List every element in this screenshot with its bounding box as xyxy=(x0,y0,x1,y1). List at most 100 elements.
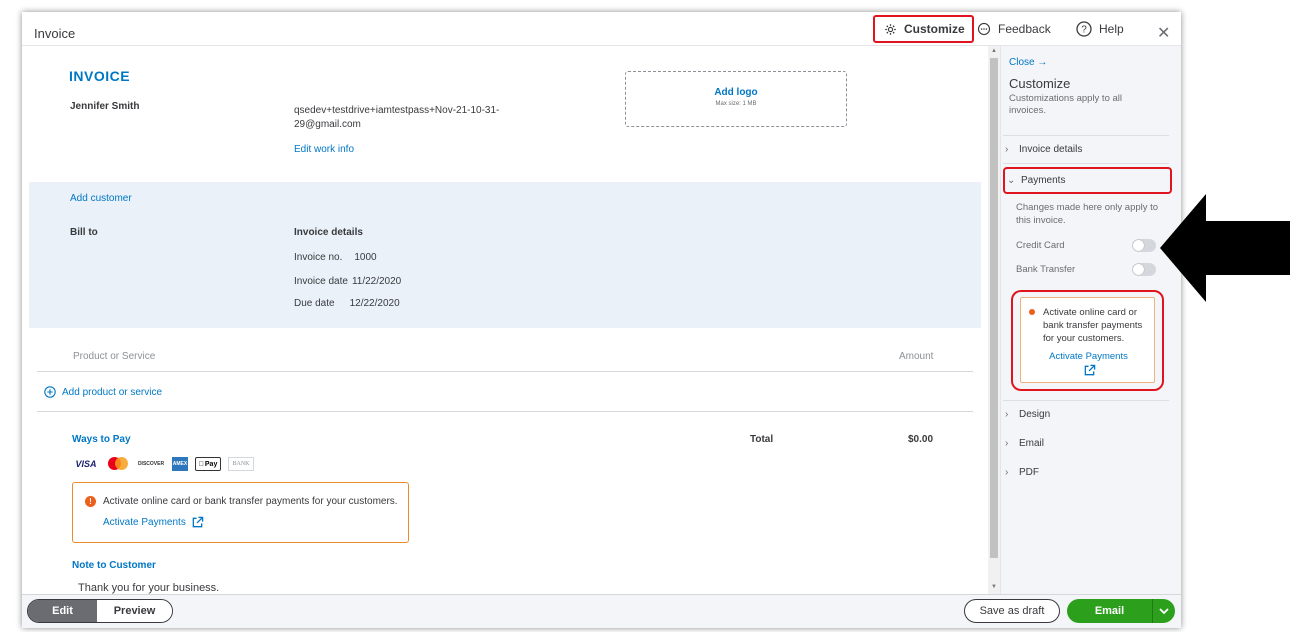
add-product-button[interactable]: Add product or service xyxy=(44,386,162,398)
credit-card-toggle[interactable] xyxy=(1132,238,1156,252)
due-date-label: Due date xyxy=(294,298,335,309)
help-button[interactable]: ? Help xyxy=(1076,15,1124,43)
email-button[interactable]: Email xyxy=(1067,599,1153,623)
warning-text: Activate online card or bank transfer pa… xyxy=(103,496,398,507)
edit-tab[interactable]: Edit xyxy=(28,600,97,622)
chevron-right-icon: › xyxy=(1005,466,1009,478)
customize-button[interactable]: Customize xyxy=(873,15,974,43)
customize-panel: Close → Customize Customizations apply t… xyxy=(1000,46,1181,594)
activate-highlight: Activate online card or bank transfer pa… xyxy=(1011,290,1164,391)
external-link-icon xyxy=(192,516,204,528)
invoice-number-row[interactable]: Invoice no. 1000 xyxy=(294,252,377,263)
logo-max-size: Max size: 1 MB xyxy=(715,101,757,107)
section-label: Email xyxy=(1019,437,1045,449)
window-header: Invoice Customize Feedback ? Help ✕ xyxy=(22,12,1181,46)
chevron-down-icon: ⌄ xyxy=(1007,175,1016,186)
divider xyxy=(1003,163,1169,164)
invoice-canvas: INVOICE Jennifer Smith qsedev+testdrive+… xyxy=(22,46,988,594)
add-product-label: Add product or service xyxy=(62,386,163,398)
save-as-draft-button[interactable]: Save as draft xyxy=(964,599,1060,623)
feedback-label: Feedback xyxy=(998,22,1051,36)
discover-icon: DISCOVER xyxy=(137,461,165,467)
col-header-amount: Amount xyxy=(899,351,934,362)
payments-note: Changes made here only apply to this inv… xyxy=(1016,202,1159,226)
panel-activate-payments-link[interactable]: Activate Payments xyxy=(1021,351,1156,362)
gear-icon xyxy=(885,23,896,35)
help-label: Help xyxy=(1099,22,1124,36)
preview-tab[interactable]: Preview xyxy=(97,600,172,622)
customer-section: Add customer Bill to Invoice details Inv… xyxy=(29,182,981,328)
plus-circle-icon xyxy=(44,386,56,398)
chevron-right-icon: › xyxy=(1005,408,1009,420)
divider xyxy=(37,411,973,412)
close-icon[interactable]: ✕ xyxy=(1157,23,1170,43)
total-value: $0.00 xyxy=(908,434,934,445)
col-header-product: Product or Service xyxy=(73,351,156,362)
divider xyxy=(1003,135,1169,136)
section-payments[interactable]: ⌄ Payments xyxy=(1003,167,1172,194)
external-link-icon[interactable] xyxy=(1083,364,1096,377)
edit-preview-toggle: Edit Preview xyxy=(27,599,173,623)
chevron-right-icon: › xyxy=(1005,437,1009,449)
add-logo-label: Add logo xyxy=(714,87,758,98)
invoice-heading: INVOICE xyxy=(69,68,131,84)
scroll-up-icon[interactable]: ▲ xyxy=(991,48,997,54)
visa-icon: VISA xyxy=(75,459,97,469)
feedback-bubble-icon xyxy=(977,22,991,36)
section-label: Design xyxy=(1019,408,1051,420)
company-email[interactable]: qsedev+testdrive+iamtestpass+Nov-21-10-3… xyxy=(294,104,514,132)
note-to-customer-field[interactable]: Thank you for your business. xyxy=(78,582,219,594)
activate-text: Activate online card or bank transfer pa… xyxy=(1043,307,1143,344)
credit-card-row: Credit Card xyxy=(1016,237,1156,253)
bank-transfer-toggle[interactable] xyxy=(1132,262,1156,276)
section-email[interactable]: › Email xyxy=(1005,433,1044,453)
invoice-date-value: 11/22/2020 xyxy=(351,276,402,287)
invoice-window: Invoice Customize Feedback ? Help ✕ INVO… xyxy=(22,12,1181,628)
scroll-down-icon[interactable]: ▼ xyxy=(991,584,997,590)
note-to-customer-label: Note to Customer xyxy=(72,560,156,571)
due-date-row[interactable]: Due date 12/22/2020 xyxy=(294,298,400,309)
invoice-date-row[interactable]: Invoice date 11/22/2020 xyxy=(294,276,401,287)
activate-payments-link[interactable]: Activate Payments xyxy=(103,516,204,529)
chevron-down-icon xyxy=(1159,607,1169,614)
annotation-arrow-icon xyxy=(1160,194,1290,302)
edit-work-info-link[interactable]: Edit work info xyxy=(294,144,354,155)
company-name[interactable]: Jennifer Smith xyxy=(70,101,139,112)
invoice-number-value: 1000 xyxy=(354,252,377,263)
bottom-toolbar: Edit Preview Save as draft Email xyxy=(22,594,1181,628)
help-circle-icon: ? xyxy=(1076,21,1092,37)
window-title: Invoice xyxy=(34,26,76,41)
section-label: PDF xyxy=(1019,466,1039,478)
invoice-date-label: Invoice date xyxy=(294,276,348,287)
payment-methods: VISA DISCOVER AMEX Pay BANK xyxy=(73,457,254,471)
total-label: Total xyxy=(750,434,774,445)
activate-payments-label: Activate Payments xyxy=(103,517,186,528)
info-dot-icon xyxy=(1029,309,1035,315)
invoice-number-label: Invoice no. xyxy=(294,252,343,263)
divider xyxy=(37,371,973,372)
section-design[interactable]: › Design xyxy=(1005,404,1050,424)
bank-icon: BANK xyxy=(228,457,254,471)
section-label: Invoice details xyxy=(1019,143,1083,155)
ways-to-pay-heading: Ways to Pay xyxy=(72,434,131,445)
email-dropdown-button[interactable] xyxy=(1153,599,1175,623)
feedback-button[interactable]: Feedback xyxy=(977,15,1051,43)
main-scrollbar[interactable]: ▲ ▼ xyxy=(988,46,1000,594)
warning-icon: ! xyxy=(85,496,96,507)
add-logo-dropzone[interactable]: Add logo Max size: 1 MB xyxy=(625,71,847,127)
amex-icon: AMEX xyxy=(172,457,188,471)
credit-card-label: Credit Card xyxy=(1016,239,1065,251)
section-pdf[interactable]: › PDF xyxy=(1005,462,1039,482)
invoice-details-title: Invoice details xyxy=(294,227,363,238)
customize-label: Customize xyxy=(904,22,965,36)
apple-pay-icon: Pay xyxy=(195,457,221,471)
activate-payments-card: Activate online card or bank transfer pa… xyxy=(1020,297,1155,383)
section-label: Payments xyxy=(1021,175,1066,186)
svg-text:?: ? xyxy=(1081,25,1087,36)
panel-close-link[interactable]: Close → xyxy=(1009,57,1047,68)
activate-payments-banner: ! Activate online card or bank transfer … xyxy=(72,482,409,543)
bank-transfer-row: Bank Transfer xyxy=(1016,261,1156,277)
section-invoice-details[interactable]: › Invoice details xyxy=(1005,139,1082,159)
scrollbar-thumb[interactable] xyxy=(990,58,998,558)
add-customer-link[interactable]: Add customer xyxy=(70,193,132,204)
